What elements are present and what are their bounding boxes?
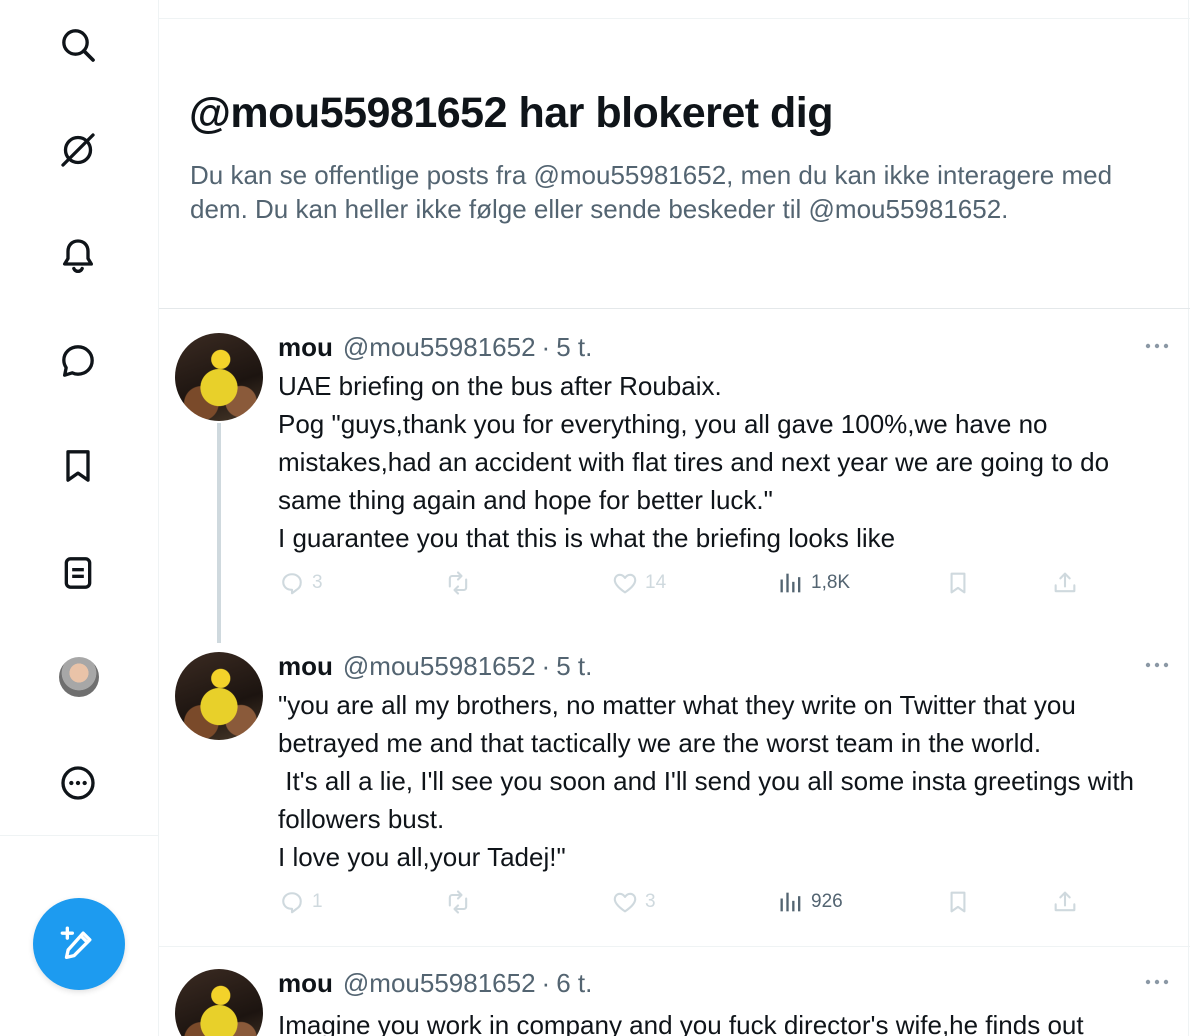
tweet-meta: mou @mou55981652 · 5 t. [278,332,592,363]
bookmark-icon[interactable] [56,444,100,488]
more-options-button[interactable] [1140,336,1174,356]
tweet-avatar[interactable] [175,969,263,1036]
heart-icon [613,892,637,913]
tweet-actions: 1 3 926 [278,888,1168,922]
tweet[interactable]: mou @mou55981652 · 5 t. "you are all my … [159,629,1190,946]
tweet-time[interactable]: 6 t. [556,968,592,999]
repost-button[interactable] [444,569,472,597]
views-button[interactable]: 1,8K [777,569,850,597]
blocked-title: @mou55981652 har blokeret dig [189,89,834,137]
blocked-description: Du kan se offentlige posts fra @mou55981… [190,160,1113,224]
main-column: @mou55981652 har blokeret dig Du kan se … [158,0,1190,1036]
like-button[interactable]: 14 [611,569,666,597]
views-icon [780,892,801,912]
tweet-meta: mou @mou55981652 · 5 t. [278,651,592,682]
views-button[interactable]: 926 [777,888,843,916]
tweet-text: UAE briefing on the bus after Roubaix. P… [278,371,1110,553]
share-icon [1054,572,1076,593]
meta-separator: · [541,332,551,362]
more-icon[interactable] [56,761,100,805]
ellipsis-icon [1145,343,1169,349]
thread-line [217,423,221,643]
ellipsis-icon [1145,979,1169,985]
bookmark-icon [950,891,966,913]
tweet-avatar[interactable] [175,333,263,421]
like-count: 14 [645,572,667,593]
views-count: 926 [811,891,843,912]
bookmark-icon [950,572,966,594]
author-name[interactable]: mou [278,968,333,999]
repost-icon [448,890,468,914]
reply-button[interactable]: 1 [278,888,323,916]
tweet[interactable]: mou @mou55981652 · 5 t. UAE briefing on … [159,310,1190,643]
like-count: 3 [645,891,656,912]
tweet-meta: mou @mou55981652 · 6 t. [278,968,592,999]
tweet[interactable]: mou @mou55981652 · 6 t. Imagine you work… [159,948,1190,1036]
bookmark-button[interactable] [944,888,972,916]
grok-icon[interactable] [56,128,100,172]
blocked-notice: @mou55981652 har blokeret dig Du kan se … [159,19,1190,309]
repost-button[interactable] [444,888,472,916]
compose-button[interactable] [33,898,125,990]
compose-icon [60,926,92,959]
reply-count: 3 [312,572,323,593]
list-icon[interactable] [56,551,100,595]
author-name[interactable]: mou [278,332,333,363]
ellipsis-icon [1145,662,1169,668]
author-handle[interactable]: @mou55981652 [343,968,536,999]
search-icon[interactable] [56,23,100,67]
meta-separator: · [541,968,551,998]
sidebar-divider [0,835,158,836]
avatar[interactable] [59,657,99,697]
tweet-text: "you are all my brothers, no matter what… [278,690,1135,872]
reply-count: 1 [312,891,323,912]
sidebar [0,0,158,1036]
bookmark-button[interactable] [944,569,972,597]
more-options-button[interactable] [1140,655,1174,675]
tweet-divider [159,946,1190,947]
reply-icon [282,892,302,914]
repost-icon [448,571,468,595]
tweet-avatar[interactable] [175,652,263,740]
tweet-actions: 3 14 1,8K [278,569,1168,603]
reply-icon [282,573,302,595]
message-icon[interactable] [56,339,100,383]
tweet-text: Imagine you work in company and you fuck… [278,1010,1084,1036]
author-handle[interactable]: @mou55981652 [343,651,536,682]
like-button[interactable]: 3 [611,888,656,916]
more-options-button[interactable] [1140,972,1174,992]
tweet-time[interactable]: 5 t. [556,332,592,363]
app: @mou55981652 har blokeret dig Du kan se … [0,0,1200,1036]
share-button[interactable] [1051,888,1079,916]
heart-icon [613,573,637,594]
views-count: 1,8K [811,572,851,593]
author-handle[interactable]: @mou55981652 [343,332,536,363]
bell-icon[interactable] [56,234,100,278]
tweet-time[interactable]: 5 t. [556,651,592,682]
views-icon [780,573,801,593]
author-name[interactable]: mou [278,651,333,682]
reply-button[interactable]: 3 [278,569,323,597]
meta-separator: · [541,651,551,681]
share-icon [1054,891,1076,912]
share-button[interactable] [1051,569,1079,597]
